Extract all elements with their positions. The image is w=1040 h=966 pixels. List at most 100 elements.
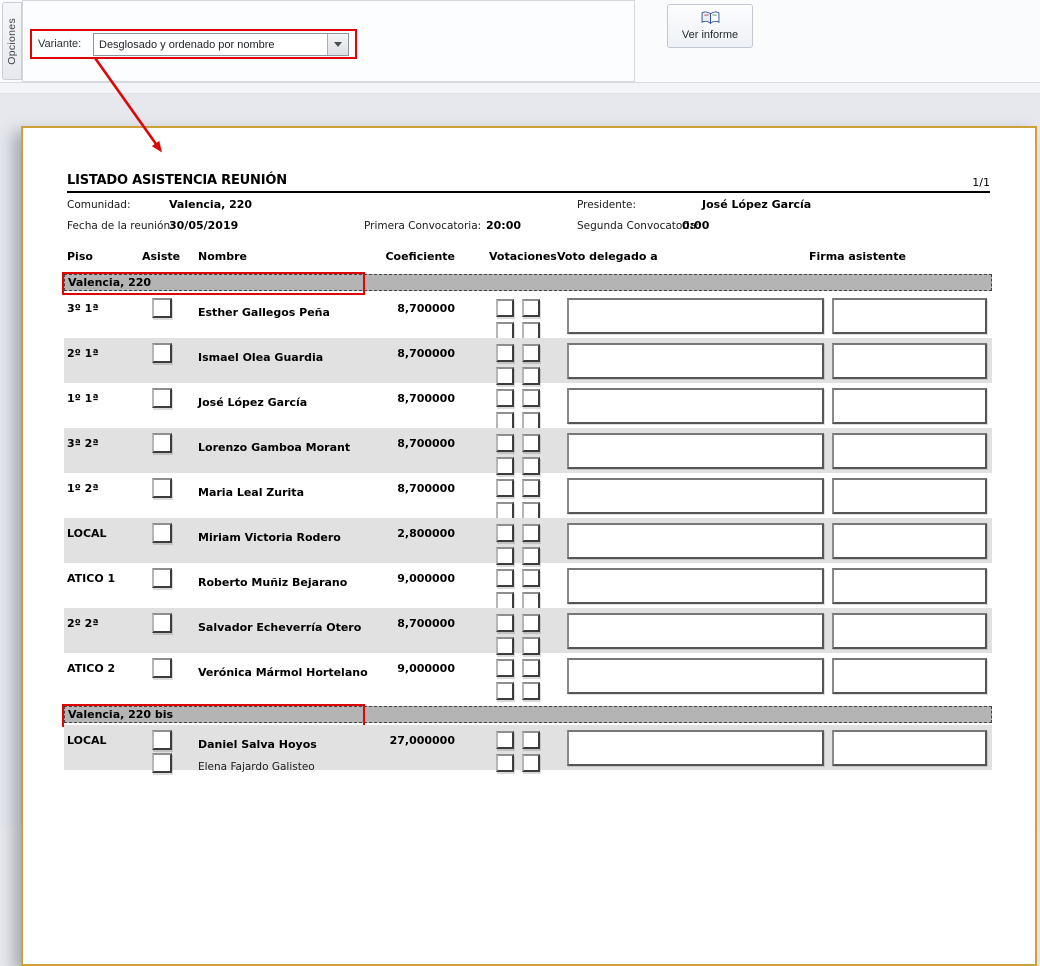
votacion-checkbox — [496, 524, 514, 542]
page-indicator: 1/1 — [972, 176, 990, 189]
firma-asistente-box — [832, 658, 987, 694]
column-header-nombre: Nombre — [198, 250, 247, 263]
votacion-checkbox — [496, 344, 514, 362]
votacion-checkbox — [522, 299, 540, 317]
firma-asistente-box — [832, 523, 987, 559]
votacion-checkbox — [522, 731, 540, 749]
asiste-checkbox-group — [152, 613, 172, 636]
votacion-checkbox — [522, 344, 540, 362]
dropdown-arrow-button[interactable] — [327, 34, 348, 55]
row-piso: 2º 2ª — [67, 617, 99, 630]
row-coeficiente: 9,000000 — [355, 572, 455, 585]
votacion-checkbox — [496, 731, 514, 749]
table-row: 3ª 2ª Lorenzo Gamboa Morant 8,700000 — [64, 428, 992, 473]
asiste-checkbox — [152, 433, 172, 453]
variante-selected-value: Desglosado y ordenado por nombre — [94, 39, 327, 51]
votacion-checkbox — [496, 569, 514, 587]
voto-delegado-box — [567, 478, 824, 514]
asiste-checkbox-group — [152, 523, 172, 546]
variante-panel: Variante: Desglosado y ordenado por nomb… — [22, 0, 635, 82]
voto-delegado-box — [567, 730, 824, 766]
fecha-value: 30/05/2019 — [169, 219, 238, 232]
votacion-checkbox — [522, 569, 540, 587]
column-header-piso: Piso — [67, 250, 93, 263]
asiste-checkbox — [152, 753, 172, 773]
firma-asistente-box — [832, 478, 987, 514]
row-nombres: Salvador Echeverría Otero — [198, 616, 361, 639]
primera-convocatoria-label: Primera Convocatoria: — [364, 220, 481, 232]
votacion-checkbox — [522, 524, 540, 542]
row-piso: 2º 1ª — [67, 347, 99, 360]
asiste-checkbox — [152, 658, 172, 678]
asiste-checkbox — [152, 388, 172, 408]
row-coeficiente: 8,700000 — [355, 437, 455, 450]
segunda-convocatoria-value: 0:00 — [682, 219, 709, 232]
ver-informe-button[interactable]: Ver informe — [667, 4, 753, 48]
row-nombres: Maria Leal Zurita — [198, 481, 304, 504]
group-band-label: Valencia, 220 bis — [68, 708, 173, 721]
variante-dropdown[interactable]: Desglosado y ordenado por nombre — [93, 33, 349, 56]
row-coeficiente: 8,700000 — [355, 302, 455, 315]
column-header-voto-delegado: Voto delegado a — [557, 250, 658, 263]
firma-asistente-box — [832, 568, 987, 604]
table-row: 1º 2ª Maria Leal Zurita 8,700000 — [64, 473, 992, 518]
row-coeficiente: 27,000000 — [355, 734, 455, 747]
votacion-checkbox — [496, 389, 514, 407]
row-piso: LOCAL — [67, 734, 107, 747]
row-piso: 3º 1ª — [67, 302, 99, 315]
row-piso: ATICO 1 — [67, 572, 115, 585]
voto-delegado-box — [567, 388, 824, 424]
votacion-checkbox — [496, 614, 514, 632]
column-header-coeficiente: Coeficiente — [355, 250, 455, 263]
votacion-checkbox — [522, 434, 540, 452]
tab-opciones[interactable]: Opciones — [2, 2, 22, 80]
voto-delegado-box — [567, 658, 824, 694]
firma-asistente-box — [832, 433, 987, 469]
table-row: LOCAL Daniel Salva HoyosElena Fajardo Ga… — [64, 725, 992, 770]
report-page: LISTADO ASISTENCIA REUNIÓN 1/1 Comunidad… — [21, 126, 1037, 966]
asiste-checkbox — [152, 523, 172, 543]
asiste-checkbox — [152, 298, 172, 318]
column-header-firma: Firma asistente — [809, 250, 906, 263]
firma-asistente-box — [832, 298, 987, 334]
asiste-checkbox-group — [152, 298, 172, 321]
row-piso: ATICO 2 — [67, 662, 115, 675]
votacion-checkbox — [522, 682, 540, 700]
ver-informe-label: Ver informe — [682, 29, 738, 41]
row-piso: 1º 1ª — [67, 392, 99, 405]
table-row: 2º 1ª Ismael Olea Guardia 8,700000 — [64, 338, 992, 383]
votacion-checkbox — [522, 389, 540, 407]
report-book-icon — [701, 11, 720, 26]
row-nombres: Lorenzo Gamboa Morant — [198, 436, 350, 459]
asiste-checkbox — [152, 568, 172, 588]
voto-delegado-box — [567, 568, 824, 604]
asiste-checkbox-group — [152, 343, 172, 366]
attendee-name: Salvador Echeverría Otero — [198, 616, 361, 639]
row-piso: 3ª 2ª — [67, 437, 99, 450]
attendee-name: Lorenzo Gamboa Morant — [198, 436, 350, 459]
report-title: LISTADO ASISTENCIA REUNIÓN — [67, 173, 287, 188]
row-coeficiente: 8,700000 — [355, 482, 455, 495]
voto-delegado-box — [567, 343, 824, 379]
firma-asistente-box — [832, 388, 987, 424]
row-coeficiente: 8,700000 — [355, 347, 455, 360]
row-nombres: Roberto Muñiz Bejarano — [198, 571, 347, 594]
fecha-label: Fecha de la reunión: — [67, 220, 174, 232]
chevron-down-icon — [334, 42, 342, 47]
row-nombres: Verónica Mármol Hortelano — [198, 661, 368, 684]
comunidad-label: Comunidad: — [67, 199, 131, 211]
row-nombres: José López García — [198, 391, 307, 414]
votacion-checkbox — [496, 754, 514, 772]
toolbar-ribbon: Opciones Variante: Desglosado y ordenado… — [0, 0, 1040, 83]
comunidad-value: Valencia, 220 — [169, 198, 252, 211]
presidente-label: Presidente: — [577, 199, 636, 211]
voto-delegado-box — [567, 523, 824, 559]
votacion-checkbox — [522, 659, 540, 677]
votacion-checkbox — [496, 299, 514, 317]
report-preview-area: LISTADO ASISTENCIA REUNIÓN 1/1 Comunidad… — [0, 94, 1040, 827]
asiste-checkbox-group — [152, 433, 172, 456]
title-rule — [67, 191, 990, 193]
votacion-checkbox — [522, 479, 540, 497]
asiste-checkbox — [152, 730, 172, 750]
primera-convocatoria-value: 20:00 — [486, 219, 521, 232]
